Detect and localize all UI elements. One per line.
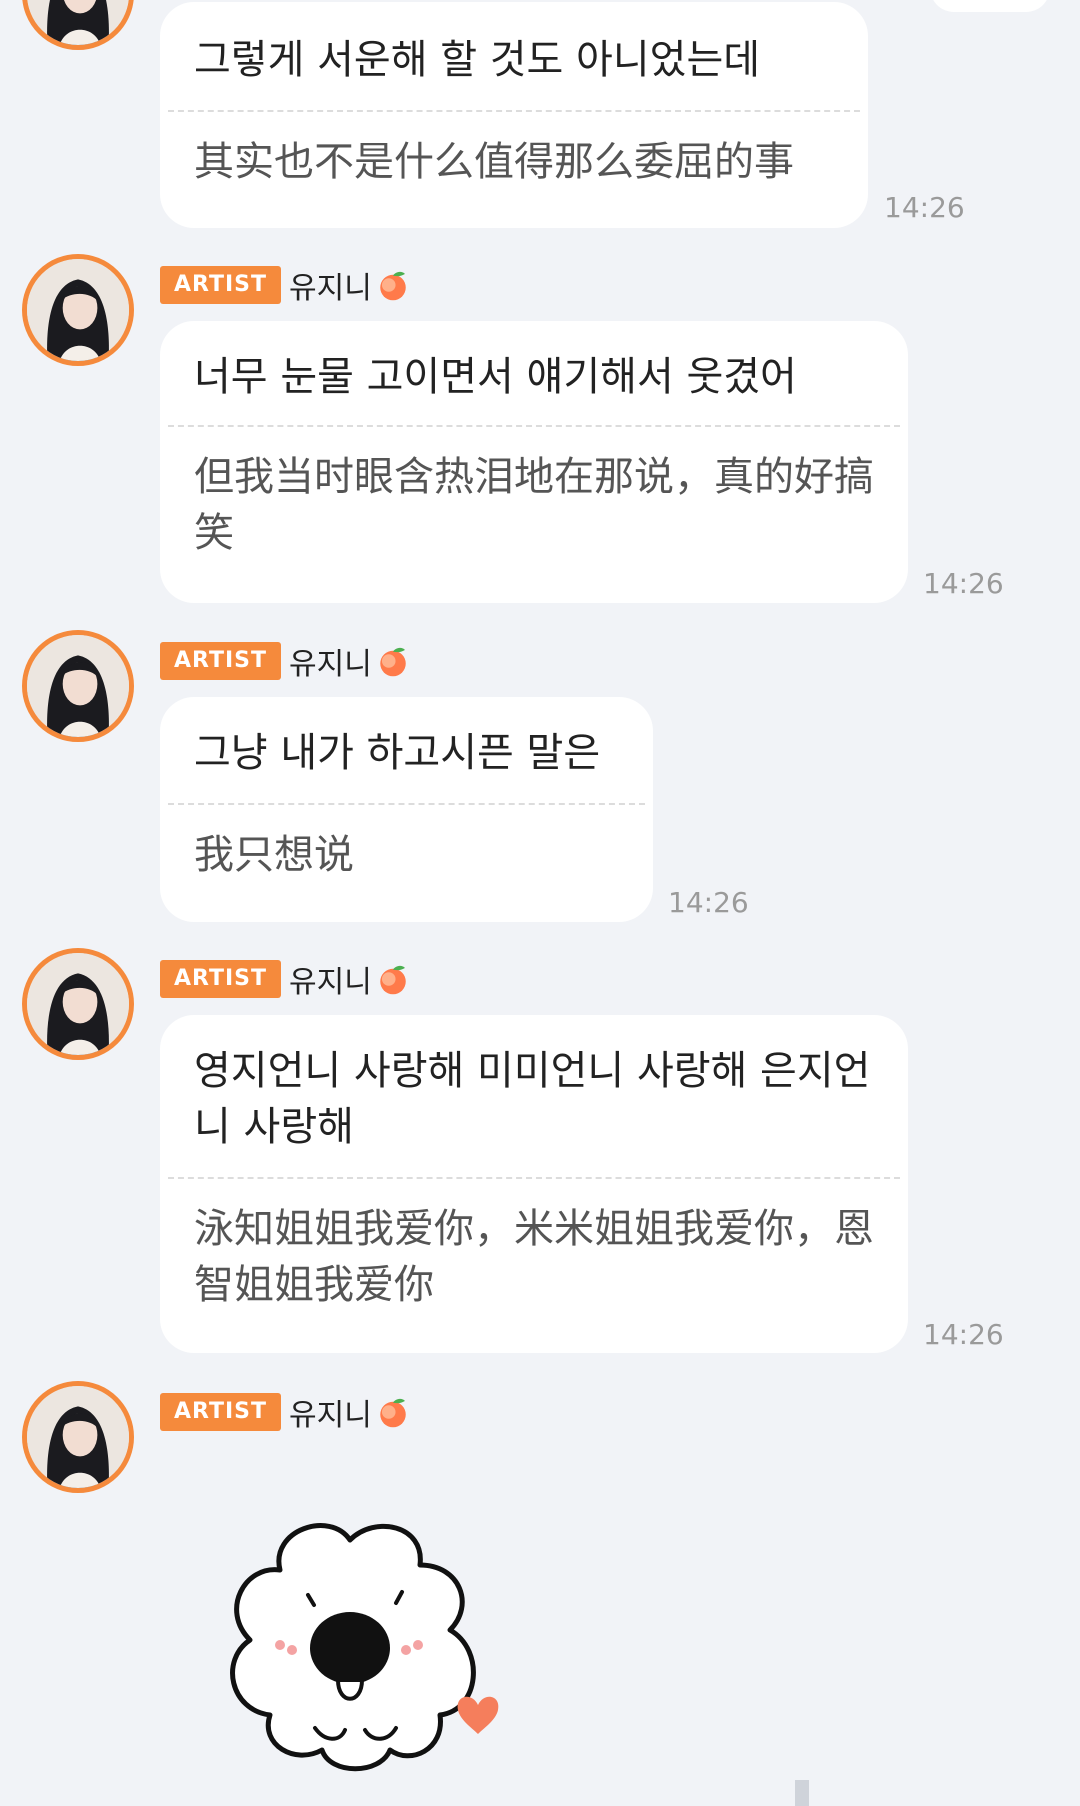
artist-badge: ARTIST bbox=[160, 1393, 282, 1431]
message-text-korean: 그냥 내가 하고시픈 말은 bbox=[194, 730, 601, 776]
message-text-translation: 但我当时眼含热泪地在那说，真的好搞笑 bbox=[194, 454, 874, 556]
message-text-korean: 너무 눈물 고이면서 얘기해서 웃겼어 bbox=[194, 354, 797, 400]
sender-name[interactable]: 유지니 bbox=[289, 639, 372, 683]
message-text-translation: 其实也不是什么值得那么委屈的事 bbox=[194, 139, 794, 185]
sender-row: ARTIST 유지니 bbox=[160, 639, 410, 683]
sender-row: ARTIST 유지니 bbox=[160, 263, 410, 307]
peach-icon bbox=[380, 647, 406, 677]
message-timestamp: 14:26 bbox=[884, 191, 965, 224]
avatar-photo bbox=[27, 0, 129, 45]
message-timestamp: 14:26 bbox=[668, 886, 749, 919]
previous-message-edge bbox=[930, 0, 1050, 12]
message-bubble[interactable]: 그냥 내가 하고시픈 말은 我只想说 bbox=[160, 697, 653, 922]
avatar-photo bbox=[27, 953, 129, 1055]
message-timestamp: 14:26 bbox=[923, 567, 1004, 600]
message-bubble[interactable]: 영지언니 사랑해 미미언니 사랑해 은지언니 사랑해 泳知姐姐我爱你，米米姐姐我… bbox=[160, 1015, 908, 1353]
avatar[interactable] bbox=[22, 948, 134, 1060]
peach-icon bbox=[380, 965, 406, 995]
avatar-photo bbox=[27, 635, 129, 737]
artist-badge: ARTIST bbox=[160, 266, 282, 304]
avatar-photo bbox=[27, 259, 129, 361]
white-puppy-sticker[interactable] bbox=[210, 1510, 530, 1800]
peach-icon bbox=[380, 271, 406, 301]
sender-row: ARTIST 유지니 bbox=[160, 957, 410, 1001]
sender-name[interactable]: 유지니 bbox=[289, 957, 372, 1001]
message-timestamp: 14:26 bbox=[923, 1318, 1004, 1351]
sender-name[interactable]: 유지니 bbox=[289, 1390, 372, 1434]
sender-row: ARTIST 유지니 bbox=[160, 1390, 410, 1434]
message-bubble[interactable]: 그렇게 서운해 할 것도 아니었는데 其实也不是什么值得那么委屈的事 bbox=[160, 2, 868, 228]
avatar-photo bbox=[27, 1386, 129, 1488]
avatar[interactable] bbox=[22, 0, 134, 50]
message-text-translation: 我只想说 bbox=[194, 832, 354, 878]
message-text-translation: 泳知姐姐我爱你，米米姐姐我爱你，恩智姐姐我爱你 bbox=[194, 1206, 874, 1308]
message-text-korean: 그렇게 서운해 할 것도 아니었는데 bbox=[194, 37, 761, 83]
avatar[interactable] bbox=[22, 1381, 134, 1493]
artist-badge: ARTIST bbox=[160, 960, 282, 998]
artist-badge: ARTIST bbox=[160, 642, 282, 680]
sender-name[interactable]: 유지니 bbox=[289, 263, 372, 307]
peach-icon bbox=[380, 1398, 406, 1428]
avatar[interactable] bbox=[22, 254, 134, 366]
avatar[interactable] bbox=[22, 630, 134, 742]
message-bubble[interactable]: 너무 눈물 고이면서 얘기해서 웃겼어 但我当时眼含热泪地在那说，真的好搞笑 bbox=[160, 321, 908, 603]
scroll-indicator bbox=[795, 1780, 809, 1806]
message-text-korean: 영지언니 사랑해 미미언니 사랑해 은지언니 사랑해 bbox=[194, 1048, 871, 1150]
